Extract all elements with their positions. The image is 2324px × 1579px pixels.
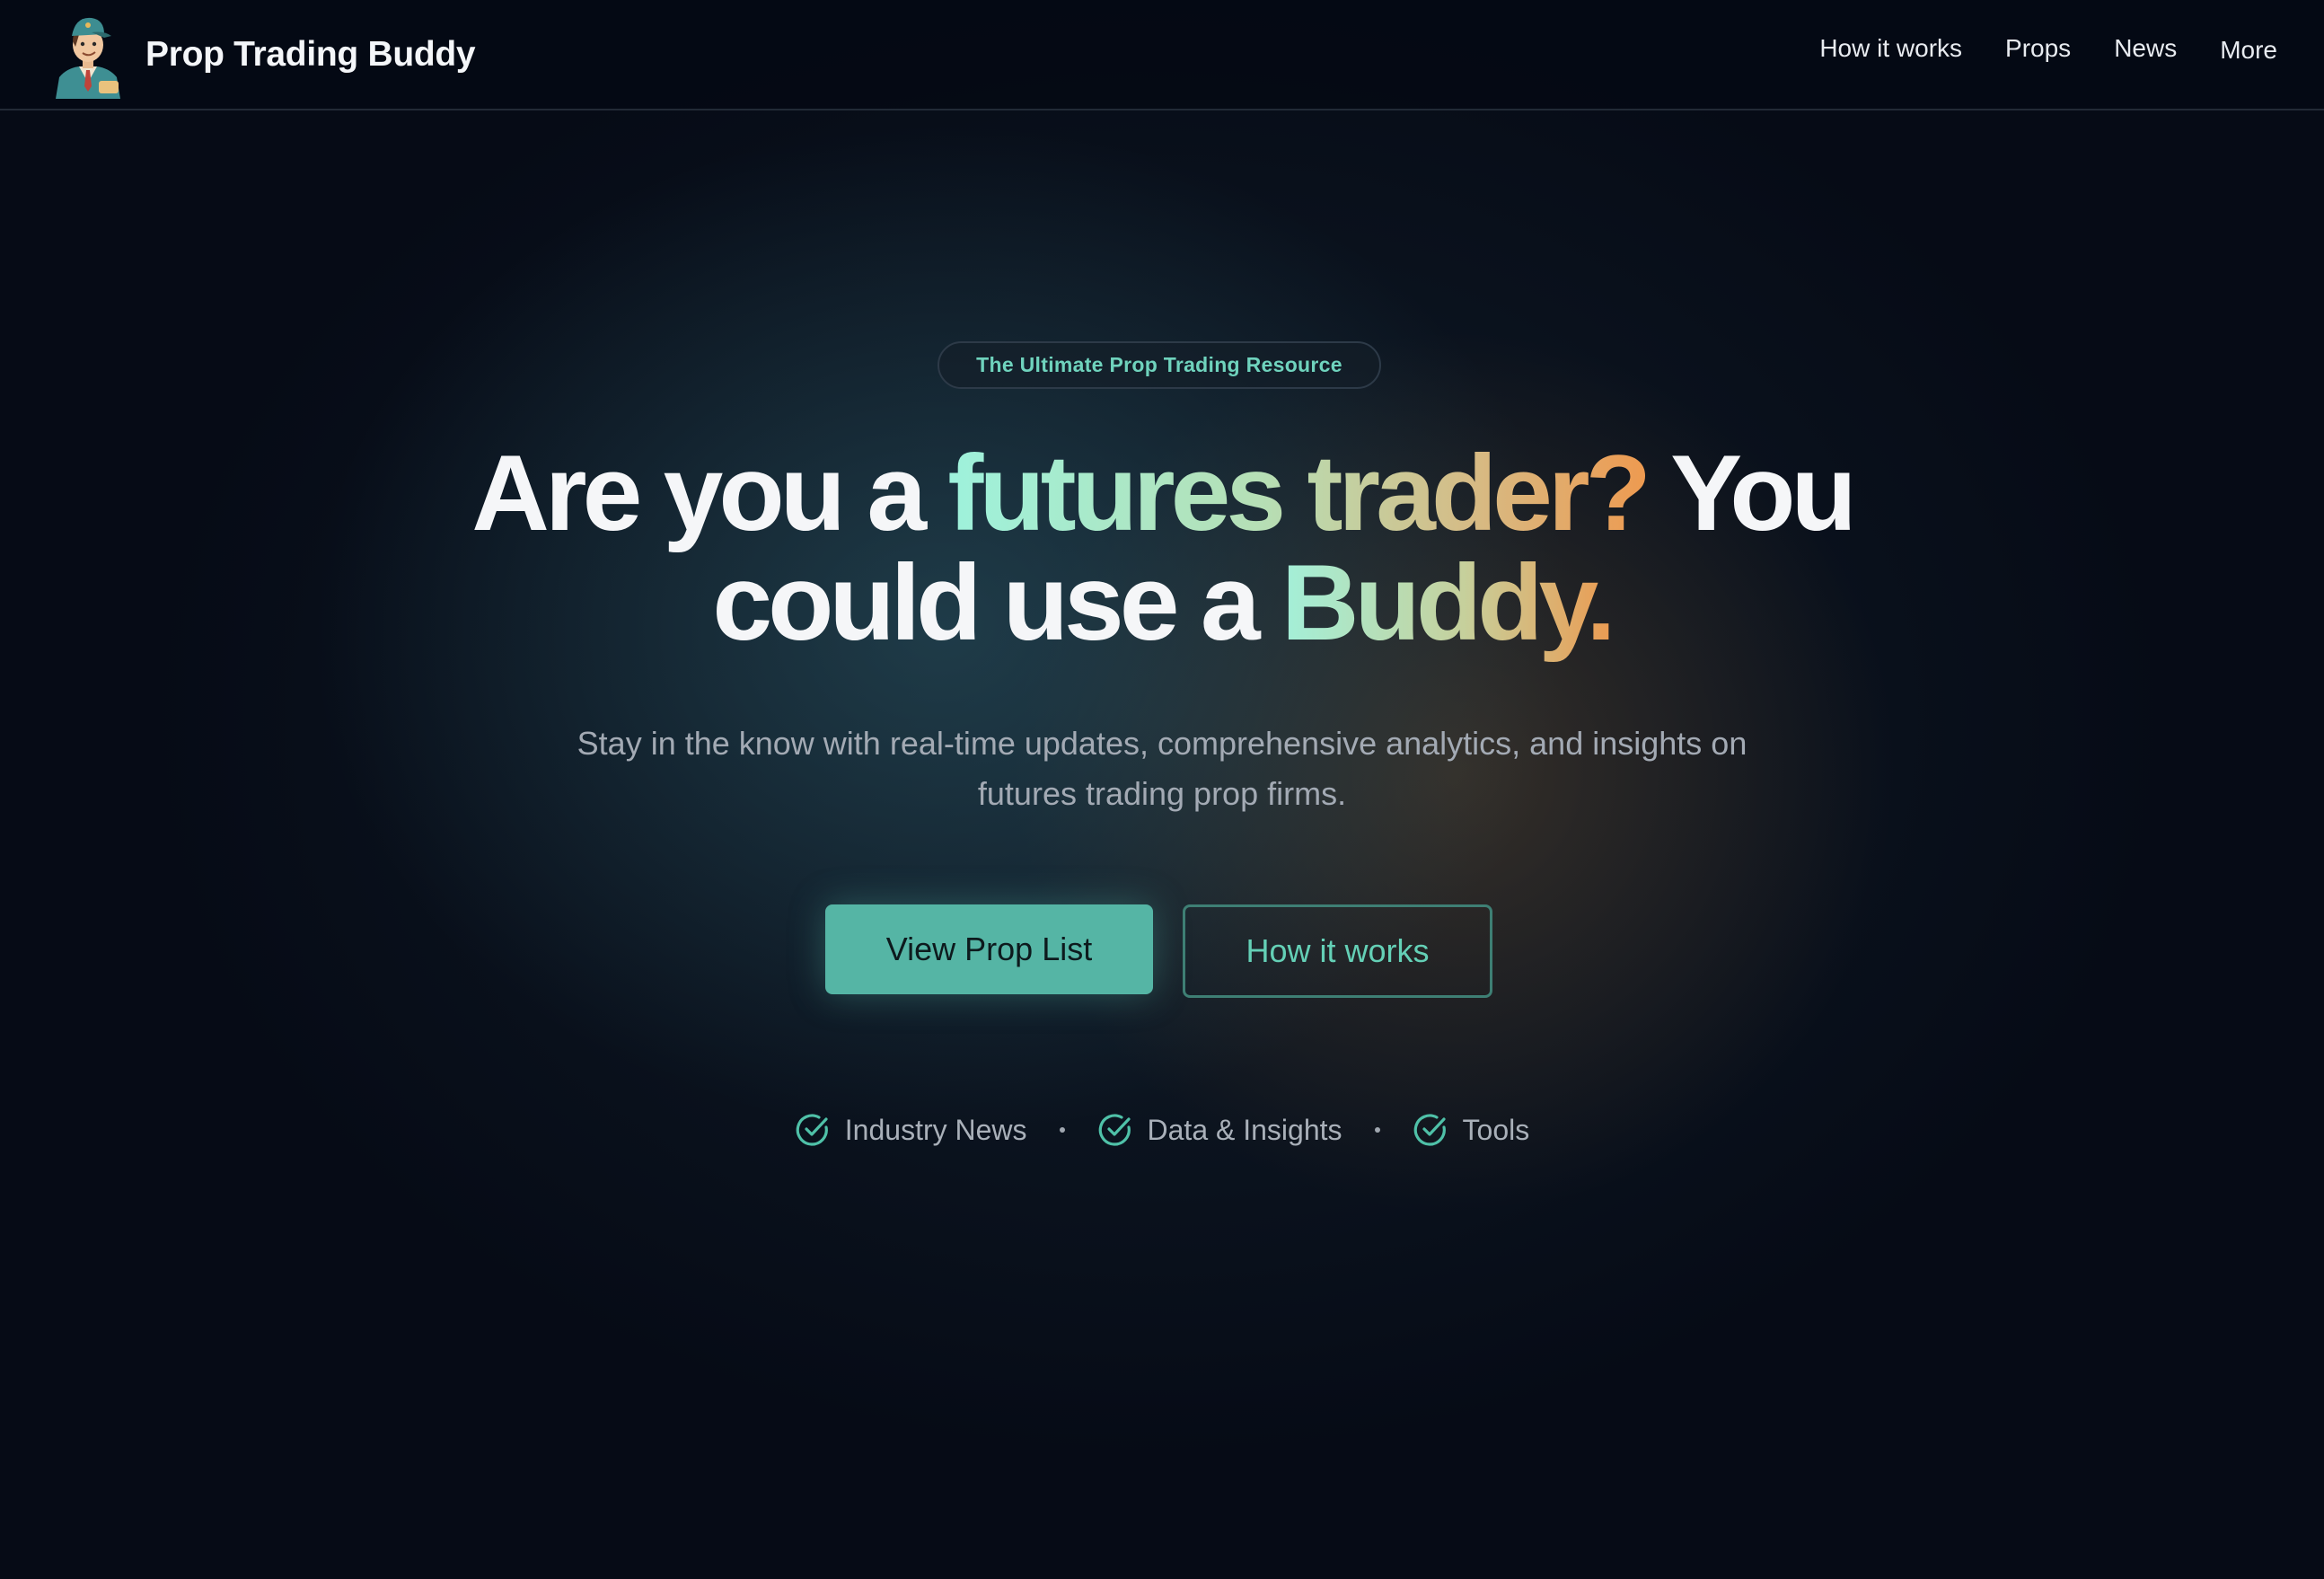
headline-text-part2: You — [1646, 433, 1857, 553]
main-nav: How it works Props News More — [1819, 34, 2277, 65]
feature-label: Tools — [1462, 1113, 1530, 1146]
feature-item-data-insights: Data & Insights — [1097, 1112, 1342, 1148]
nav-item-how-it-works[interactable]: How it works — [1819, 34, 1962, 65]
hero-subtitle: Stay in the know with real-time updates,… — [503, 719, 1821, 819]
feature-item-tools: Tools — [1413, 1112, 1530, 1148]
headline-text-part1: Are you a — [471, 433, 948, 553]
top-navbar: Prop Trading Buddy How it works Props Ne… — [0, 0, 2324, 110]
nav-item-news[interactable]: News — [2114, 34, 2177, 65]
nav-item-props[interactable]: Props — [2005, 34, 2071, 65]
hero-badge: The Ultimate Prop Trading Resource — [938, 341, 1381, 389]
check-circle-icon — [796, 1114, 828, 1146]
check-circle-icon — [1098, 1114, 1131, 1146]
headline-line-1: Are you a futures trader? You — [269, 438, 2055, 548]
headline-line-2: could use a Buddy. — [269, 548, 2055, 657]
feature-item-industry-news: Industry News — [795, 1112, 1027, 1148]
brand-name: Prop Trading Buddy — [145, 35, 476, 74]
headline-highlight-futures-trader: futures trader? — [947, 433, 1651, 553]
feature-label: Industry News — [844, 1113, 1027, 1146]
feature-label: Data & Insights — [1147, 1113, 1342, 1146]
how-it-works-button[interactable]: How it works — [1183, 904, 1492, 998]
subtitle-line-2: futures trading prop firms. — [977, 775, 1347, 812]
view-prop-list-button[interactable]: View Prop List — [825, 904, 1153, 994]
feature-list: Industry News Data & Insights Tools — [0, 1112, 2324, 1148]
check-circle-icon — [1413, 1114, 1446, 1146]
buddy-mascot-logo — [56, 17, 120, 99]
brand[interactable]: Prop Trading Buddy — [48, 11, 476, 99]
headline-highlight-buddy: Buddy. — [1281, 543, 1616, 663]
subtitle-line-1: Stay in the know with real-time updates,… — [577, 725, 1747, 762]
nav-item-more[interactable]: More — [2220, 36, 2277, 65]
headline-text-part3: could use a — [712, 543, 1281, 663]
separator-dot — [1374, 1127, 1380, 1133]
separator-dot — [1059, 1127, 1065, 1133]
hero-headline: Are you a futures trader? You could use … — [269, 438, 2055, 657]
landing-page: Prop Trading Buddy How it works Props Ne… — [0, 0, 2324, 1579]
